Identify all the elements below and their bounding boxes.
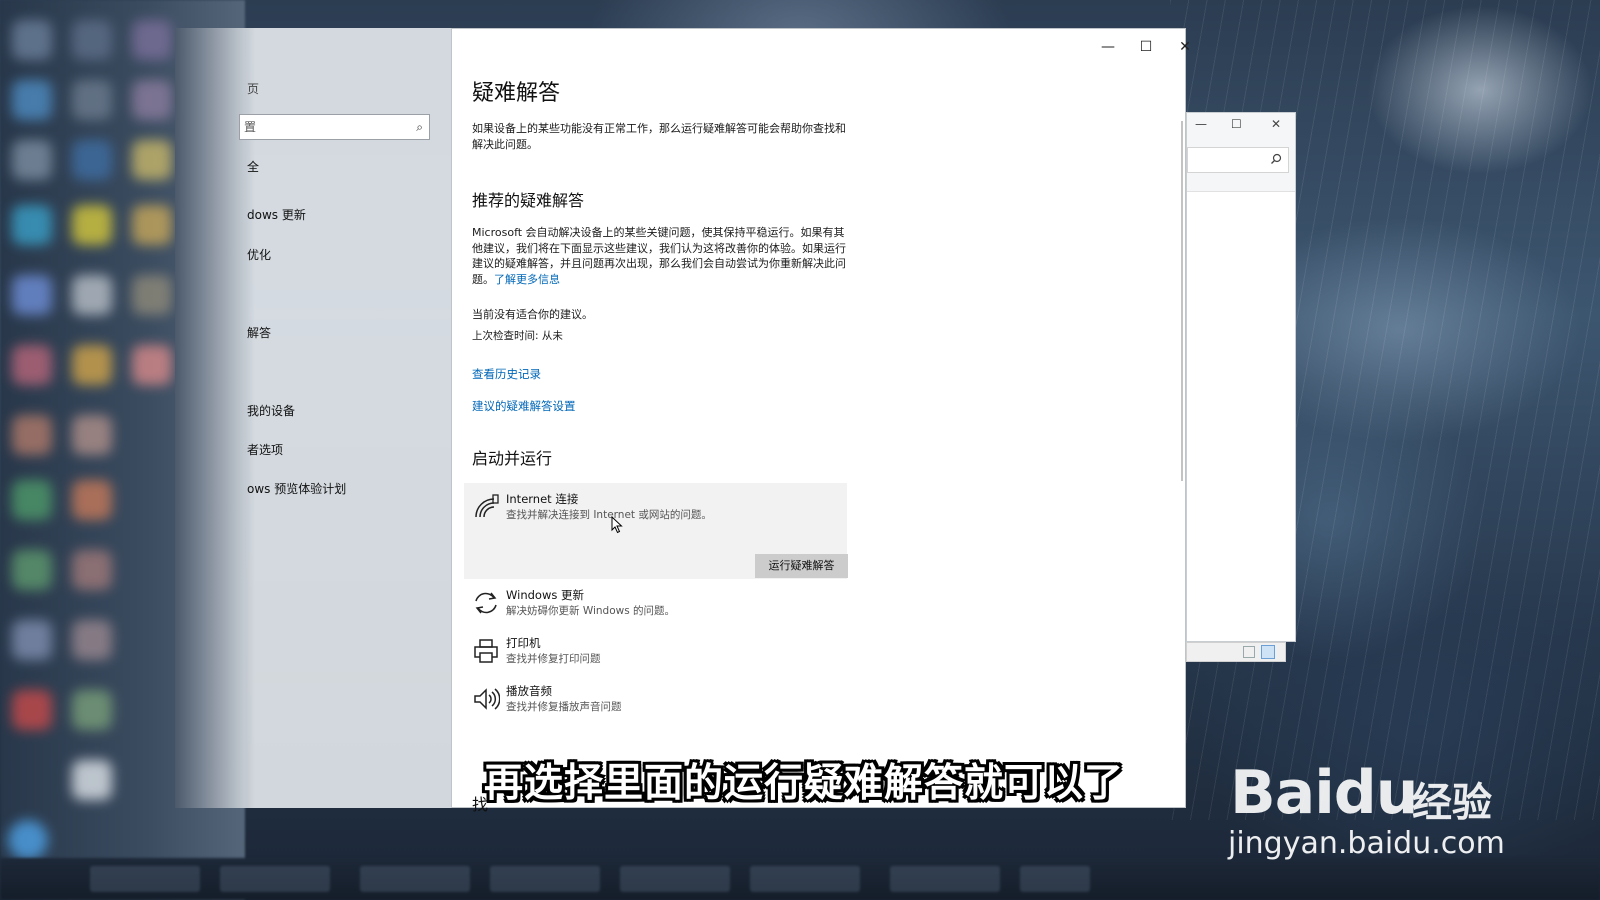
explorer-maximize-button[interactable]: ☐: [1231, 117, 1242, 131]
nav-item-developer-options[interactable]: 者选项: [247, 441, 283, 458]
baidu-watermark-url: jingyan.baidu.com: [1228, 826, 1505, 861]
desktop-icon[interactable]: [72, 20, 112, 60]
taskbar-item[interactable]: [90, 866, 200, 892]
settings-nav-pane: 页 置 ⌕ 全 dows 更新 优化 解答 我的设备 者选项 ows 预览体验计…: [175, 28, 451, 808]
desktop-icon[interactable]: [72, 620, 112, 660]
nav-item-find-my-device[interactable]: 我的设备: [247, 402, 295, 419]
troubleshooter-desc: 查找并解决连接到 Internet 或网站的问题。: [506, 509, 712, 521]
desktop-icon[interactable]: [72, 760, 112, 800]
last-check-text: 上次检查时间: 从未: [472, 330, 563, 342]
explorer-window[interactable]: — ☐ ✕: [1186, 112, 1296, 642]
desktop-icon[interactable]: [132, 140, 172, 180]
nav-breadcrumb: 页: [247, 82, 260, 96]
desktop-icon[interactable]: [12, 480, 52, 520]
desktop-icon[interactable]: [72, 550, 112, 590]
troubleshooter-desc: 查找并修复播放声音问题: [506, 701, 622, 713]
desktop-icon[interactable]: [72, 345, 112, 385]
nav-item-security[interactable]: 全: [247, 158, 259, 175]
desktop-icon[interactable]: [12, 620, 52, 660]
recommended-heading: 推荐的疑难解答: [472, 191, 585, 210]
intro-text: 如果设备上的某些功能没有正常工作，那么运行疑难解答可能会帮助你查找和解决此问题。: [472, 122, 846, 151]
nav-item-delivery-optimization[interactable]: 优化: [247, 246, 271, 263]
taskbar-item[interactable]: [220, 866, 330, 892]
desktop-icon[interactable]: [12, 205, 52, 245]
speaker-icon: [474, 688, 500, 710]
view-history-link[interactable]: 查看历史记录: [472, 366, 541, 382]
maximize-button[interactable]: ☐: [1128, 33, 1164, 61]
desktop-icon[interactable]: [132, 20, 172, 60]
desktop-icon[interactable]: [12, 20, 52, 60]
video-subtitle: 再选择里面的运行疑难解答就可以了: [484, 761, 1125, 806]
nav-item-windows-update[interactable]: dows 更新: [247, 206, 306, 223]
nav-fade: [175, 28, 255, 808]
get-running-heading: 启动并运行: [472, 449, 553, 468]
troubleshooter-desc: 查找并修复打印问题: [506, 653, 601, 665]
desktop-icon[interactable]: [12, 345, 52, 385]
no-suggestion-text: 当前没有适合你的建议。: [472, 308, 593, 321]
page-title: 疑难解答: [472, 81, 561, 106]
desktop-icon[interactable]: [72, 80, 112, 120]
taskbar-item[interactable]: [750, 866, 860, 892]
recommended-settings-link[interactable]: 建议的疑难解答设置: [472, 398, 576, 414]
minimize-button[interactable]: —: [1090, 33, 1126, 61]
recommended-text: Microsoft 会自动解决设备上的某些关键问题，使其保持平稳运行。如果有其他…: [472, 225, 850, 287]
desktop-icon[interactable]: [72, 690, 112, 730]
troubleshooter-windows-update[interactable]: Windows 更新 解决妨碍你更新 Windows 的问题。: [472, 587, 852, 627]
desktop-icon[interactable]: [72, 140, 112, 180]
explorer-minimize-button[interactable]: —: [1195, 117, 1207, 131]
desktop-icon[interactable]: [132, 80, 172, 120]
baidu-watermark-logo: Baidu: [1230, 758, 1418, 828]
desktop-icon[interactable]: [12, 415, 52, 455]
troubleshooter-printer[interactable]: 打印机 查找并修复打印问题: [472, 635, 852, 675]
troubleshooter-title: Internet 连接: [506, 492, 579, 506]
scrollbar[interactable]: [1181, 121, 1183, 481]
desktop-icon[interactable]: [132, 275, 172, 315]
baidu-watermark-text: 经验: [1412, 780, 1492, 826]
taskbar-item[interactable]: [360, 866, 470, 892]
refresh-icon: [475, 592, 497, 614]
details-view-icon[interactable]: [1243, 646, 1255, 658]
settings-search-value: 置: [244, 120, 257, 134]
taskbar: [0, 858, 1600, 900]
nav-item-troubleshoot[interactable]: 解答: [247, 324, 271, 341]
troubleshoot-window: — ☐ ✕ 疑难解答 如果设备上的某些功能没有正常工作，那么运行疑难解答可能会帮…: [451, 28, 1191, 814]
desktop-icon[interactable]: [12, 690, 52, 730]
troubleshooter-title: Windows 更新: [506, 588, 584, 602]
desktop-icon[interactable]: [72, 205, 112, 245]
desktop-icon[interactable]: [72, 275, 112, 315]
troubleshooter-internet[interactable]: Internet 连接 查找并解决连接到 Internet 或网站的问题。 运行…: [472, 491, 852, 578]
desktop-icon[interactable]: [132, 205, 172, 245]
mouse-cursor-icon: [611, 516, 623, 534]
close-button[interactable]: ✕: [1167, 33, 1203, 61]
desktop-icon[interactable]: [72, 480, 112, 520]
explorer-statusbar: [1186, 642, 1286, 662]
nav-item-insider-program[interactable]: ows 预览体验计划: [247, 480, 346, 497]
explorer-close-button[interactable]: ✕: [1271, 117, 1281, 131]
printer-icon: [474, 639, 498, 663]
desktop-icon[interactable]: [8, 820, 48, 860]
search-icon: ⌕: [416, 120, 423, 134]
tiles-view-icon[interactable]: [1261, 645, 1275, 659]
search-icon: [1271, 153, 1282, 164]
taskbar-item[interactable]: [1020, 866, 1090, 892]
desktop-icon[interactable]: [12, 275, 52, 315]
taskbar-item[interactable]: [620, 866, 730, 892]
explorer-search-input[interactable]: [1187, 147, 1289, 173]
taskbar-item[interactable]: [890, 866, 1000, 892]
desktop-icon[interactable]: [12, 550, 52, 590]
desktop-icon[interactable]: [72, 415, 112, 455]
settings-search-input[interactable]: 置 ⌕: [239, 114, 430, 140]
troubleshooter-title: 播放音频: [506, 684, 552, 698]
learn-more-link[interactable]: 了解更多信息: [494, 273, 560, 286]
desktop-icon[interactable]: [132, 345, 172, 385]
taskbar-item[interactable]: [490, 866, 600, 892]
wifi-icon: [475, 494, 499, 518]
desktop-icon[interactable]: [12, 80, 52, 120]
troubleshooter-title: 打印机: [506, 636, 541, 650]
desktop-icon[interactable]: [12, 140, 52, 180]
troubleshooter-audio[interactable]: 播放音频 查找并修复播放声音问题: [472, 683, 852, 723]
run-troubleshooter-button[interactable]: 运行疑难解答: [755, 554, 848, 578]
troubleshooter-desc: 解决妨碍你更新 Windows 的问题。: [506, 605, 676, 617]
